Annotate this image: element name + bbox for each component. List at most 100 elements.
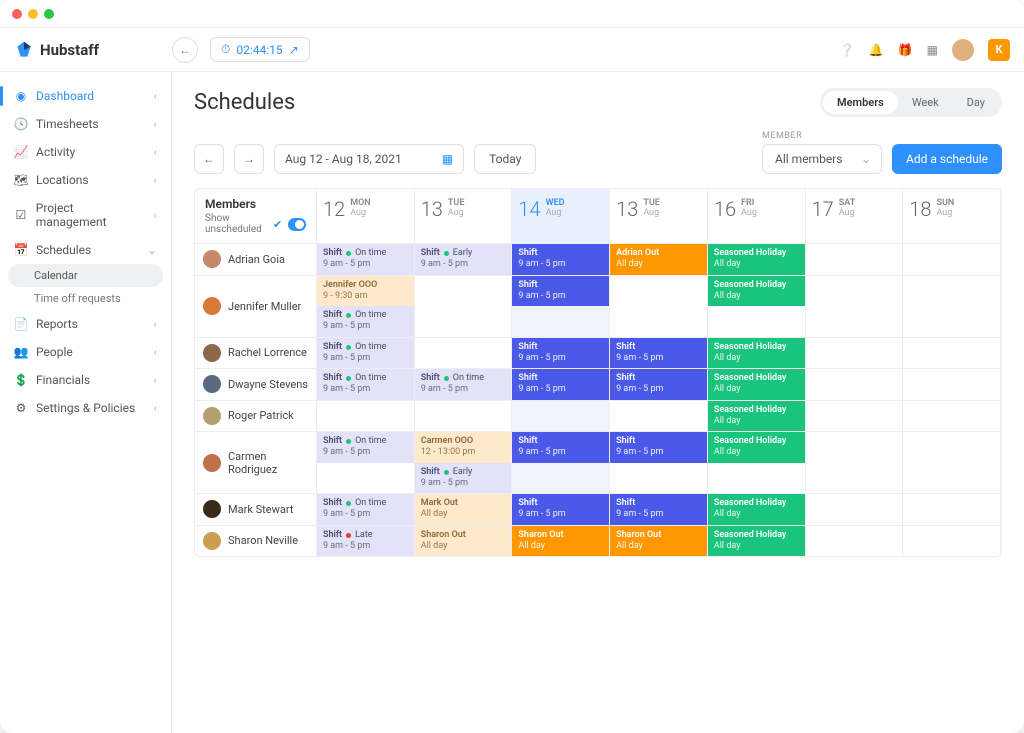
back-button[interactable]: ← — [172, 37, 198, 63]
day-cell[interactable]: Seasoned HolidayAll day — [708, 432, 806, 493]
member-cell[interactable]: Carmen Rodriguez — [195, 432, 317, 493]
user-badge[interactable]: K — [988, 39, 1010, 61]
day-cell[interactable] — [903, 369, 1001, 400]
schedule-entry[interactable]: Adrian OutAll day — [610, 244, 707, 275]
day-cell[interactable] — [903, 526, 1001, 557]
day-cell[interactable]: Shift Late9 am - 5 pm — [317, 526, 415, 557]
day-cell[interactable] — [415, 401, 513, 432]
day-cell[interactable]: Seasoned HolidayAll day — [708, 276, 806, 337]
maximize-dot[interactable] — [44, 9, 54, 19]
day-cell[interactable] — [806, 494, 904, 525]
day-cell[interactable]: Shift9 am - 5 pm — [610, 494, 708, 525]
nav-people[interactable]: 👥People‹ — [0, 338, 171, 366]
day-header-13[interactable]: 13TUEAug — [610, 189, 708, 243]
day-cell[interactable]: Shift9 am - 5 pm — [512, 244, 610, 275]
day-header-13[interactable]: 13TUEAug — [415, 189, 513, 243]
nav-financials[interactable]: 💲Financials‹ — [0, 366, 171, 394]
day-cell[interactable]: Sharon OutAll day — [610, 526, 708, 557]
day-cell[interactable]: Shift Early9 am - 5 pm — [415, 244, 513, 275]
today-button[interactable]: Today — [474, 144, 536, 174]
next-button[interactable]: → — [234, 144, 264, 174]
day-cell[interactable] — [415, 338, 513, 369]
day-cell[interactable] — [903, 401, 1001, 432]
schedule-entry[interactable]: Shift On time9 am - 5 pm — [317, 432, 414, 463]
day-cell[interactable] — [806, 369, 904, 400]
nav-settings-&-policies[interactable]: ⚙Settings & Policies‹ — [0, 394, 171, 422]
day-header-14[interactable]: 14WEDAug — [512, 189, 610, 243]
schedule-entry[interactable]: Shift Late9 am - 5 pm — [317, 526, 414, 557]
day-cell[interactable] — [903, 276, 1001, 337]
member-cell[interactable]: Adrian Goia — [195, 244, 317, 275]
schedule-entry[interactable]: Shift9 am - 5 pm — [512, 494, 609, 525]
member-cell[interactable]: Mark Stewart — [195, 494, 317, 525]
day-cell[interactable] — [903, 432, 1001, 493]
schedule-entry[interactable]: Shift9 am - 5 pm — [512, 432, 609, 463]
schedule-entry[interactable]: Sharon OutAll day — [512, 526, 609, 557]
day-cell[interactable]: Jennifer OOO9 - 9:30 amShift On time9 am… — [317, 276, 415, 337]
schedule-entry[interactable]: Shift9 am - 5 pm — [512, 369, 609, 400]
day-cell[interactable]: Shift On time9 am - 5 pm — [317, 494, 415, 525]
day-cell[interactable]: Shift9 am - 5 pm — [512, 338, 610, 369]
schedule-entry[interactable]: Shift9 am - 5 pm — [610, 369, 707, 400]
schedule-entry[interactable]: Seasoned HolidayAll day — [708, 526, 805, 557]
schedule-entry[interactable]: Seasoned HolidayAll day — [708, 401, 805, 432]
day-cell[interactable] — [512, 401, 610, 432]
view-tab-day[interactable]: Day — [953, 91, 999, 114]
day-cell[interactable]: Seasoned HolidayAll day — [708, 244, 806, 275]
member-cell[interactable]: Dwayne Stevens — [195, 369, 317, 400]
schedule-entry[interactable]: Shift On time9 am - 5 pm — [317, 494, 414, 525]
schedule-entry[interactable]: Shift On time9 am - 5 pm — [415, 369, 512, 400]
schedule-entry[interactable]: Shift On time9 am - 5 pm — [317, 338, 414, 369]
member-cell[interactable]: Jennifer Muller — [195, 276, 317, 337]
prev-button[interactable]: ← — [194, 144, 224, 174]
nav-reports[interactable]: 📄Reports‹ — [0, 310, 171, 338]
day-cell[interactable]: Shift On time9 am - 5 pm — [317, 369, 415, 400]
help-icon[interactable]: ❔ — [840, 43, 855, 57]
day-cell[interactable] — [806, 338, 904, 369]
schedule-entry[interactable]: Shift9 am - 5 pm — [512, 244, 609, 275]
schedule-entry[interactable]: Shift On time9 am - 5 pm — [317, 306, 414, 337]
day-cell[interactable]: Shift On time9 am - 5 pm — [317, 432, 415, 493]
day-cell[interactable]: Shift9 am - 5 pm — [610, 369, 708, 400]
day-cell[interactable]: Shift9 am - 5 pm — [512, 432, 610, 493]
close-dot[interactable] — [12, 9, 22, 19]
member-cell[interactable]: Roger Patrick — [195, 401, 317, 432]
schedule-entry[interactable]: Shift9 am - 5 pm — [610, 432, 707, 463]
member-cell[interactable]: Rachel Lorrence — [195, 338, 317, 369]
schedule-entry[interactable]: Jennifer OOO9 - 9:30 am — [317, 276, 414, 307]
day-cell[interactable]: Adrian OutAll day — [610, 244, 708, 275]
minimize-dot[interactable] — [28, 9, 38, 19]
day-cell[interactable] — [806, 276, 904, 337]
day-cell[interactable]: Mark OutAll day — [415, 494, 513, 525]
schedule-entry[interactable]: Carmen OOO12 - 13:00 pm — [415, 432, 512, 463]
day-cell[interactable] — [806, 401, 904, 432]
day-cell[interactable] — [415, 276, 513, 337]
day-cell[interactable]: Seasoned HolidayAll day — [708, 338, 806, 369]
nav-activity[interactable]: 📈Activity‹ — [0, 138, 171, 166]
day-cell[interactable] — [610, 276, 708, 337]
view-tab-members[interactable]: Members — [823, 91, 898, 114]
view-tab-week[interactable]: Week — [898, 91, 953, 114]
schedule-entry[interactable]: Shift Early9 am - 5 pm — [415, 463, 512, 494]
schedule-entry[interactable]: Mark OutAll day — [415, 494, 512, 525]
day-header-17[interactable]: 17SATAug — [806, 189, 904, 243]
add-schedule-button[interactable]: Add a schedule — [892, 144, 1002, 174]
day-cell[interactable]: Shift On time9 am - 5 pm — [415, 369, 513, 400]
schedule-entry[interactable]: Shift9 am - 5 pm — [610, 494, 707, 525]
schedule-entry[interactable]: Seasoned HolidayAll day — [708, 338, 805, 369]
day-cell[interactable] — [806, 244, 904, 275]
member-filter-select[interactable]: All members — [762, 144, 882, 174]
day-cell[interactable] — [903, 338, 1001, 369]
day-cell[interactable] — [903, 494, 1001, 525]
day-cell[interactable] — [610, 401, 708, 432]
timer-widget[interactable]: ⏱ 02:44:15 ↗ — [210, 37, 310, 62]
schedule-entry[interactable]: Seasoned HolidayAll day — [708, 494, 805, 525]
schedule-entry[interactable]: Shift9 am - 5 pm — [512, 338, 609, 369]
day-cell[interactable]: Seasoned HolidayAll day — [708, 369, 806, 400]
day-cell[interactable]: Shift9 am - 5 pm — [610, 338, 708, 369]
nav-sub-time-off-requests[interactable]: Time off requests — [0, 287, 171, 310]
nav-sub-calendar[interactable]: Calendar — [8, 264, 163, 287]
show-unscheduled-toggle[interactable] — [288, 218, 306, 231]
day-cell[interactable]: Seasoned HolidayAll day — [708, 401, 806, 432]
day-header-16[interactable]: 16FRIAug — [708, 189, 806, 243]
